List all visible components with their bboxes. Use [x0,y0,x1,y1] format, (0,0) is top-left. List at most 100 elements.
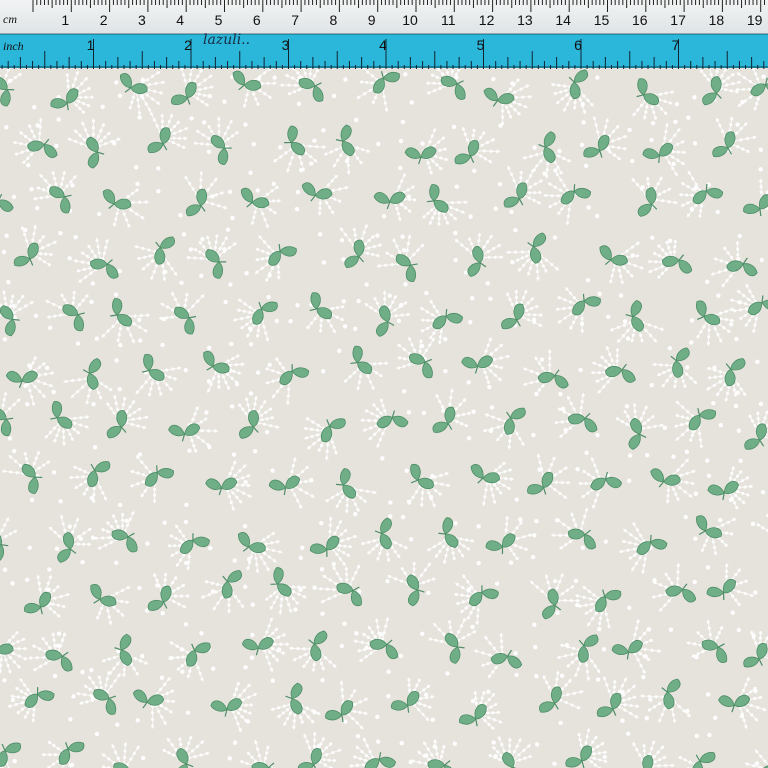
flower-bell [647,323,651,327]
white-dot [558,391,563,397]
white-dot [603,539,608,544]
white-dot [381,213,387,219]
white-dot [454,184,459,189]
white-dot [518,517,523,522]
flower-bell [79,142,84,146]
white-dot [312,138,317,143]
white-dot [160,610,165,616]
white-dot [4,233,9,238]
white-dot [250,602,256,607]
white-dot [532,622,537,627]
white-dot [486,689,491,694]
white-dot [264,429,270,435]
white-dot [272,75,277,80]
white-dot [575,466,580,472]
white-dot [353,326,358,331]
white-dot [309,161,314,166]
white-dot [248,391,254,396]
white-dot [683,514,688,520]
white-dot [466,380,471,385]
white-dot [532,533,537,538]
flower-bell [68,137,72,141]
white-dot [4,125,9,130]
white-dot [96,211,102,217]
white-dot [491,740,496,745]
white-dot [488,296,493,302]
white-dot [11,448,17,454]
white-dot [627,605,632,611]
white-dot [94,336,100,341]
white-dot [343,77,348,82]
white-dot [760,490,766,495]
white-dot [686,115,691,120]
white-dot [232,558,237,563]
white-dot [342,324,348,329]
white-dot [452,741,457,746]
white-dot [685,365,690,370]
white-dot [342,621,347,626]
white-dot [755,359,760,365]
white-dot [385,578,390,584]
white-dot [156,189,161,194]
white-dot [178,213,183,218]
white-dot [471,409,476,414]
white-dot [114,80,119,85]
flower-bell [267,624,271,628]
flower-bell [91,119,96,123]
white-dot [736,627,742,633]
white-dot [674,102,680,107]
white-dot [420,141,425,146]
white-dot [754,761,760,766]
white-dot [271,181,276,187]
white-dot [487,384,492,390]
flower-bell [103,135,107,139]
white-dot [758,147,764,152]
flower-bell [269,618,273,622]
white-dot [183,367,188,373]
white-dot [711,401,716,406]
white-dot [92,445,98,450]
white-dot [242,584,248,590]
white-dot [673,119,678,125]
white-dot [579,142,585,148]
white-dot [398,165,403,171]
white-dot [553,168,558,173]
white-dot [341,299,346,304]
flower-bell [91,132,95,137]
flower-bell [74,129,78,134]
white-dot [7,436,13,441]
white-dot [513,651,518,656]
white-dot [117,502,123,508]
white-dot [618,293,624,298]
flower-bell [83,128,88,132]
white-dot [200,237,205,242]
white-dot [35,205,40,211]
white-dot [321,260,327,265]
white-dot [758,401,764,407]
white-dot [705,565,711,570]
white-dot [293,607,298,612]
white-dot [184,502,189,507]
white-dot [204,410,209,415]
white-dot [491,76,496,82]
white-dot [300,545,305,550]
white-dot [552,578,558,584]
white-dot [715,209,720,215]
white-dot [684,449,690,454]
white-dot [761,74,766,79]
white-dot [364,282,369,287]
white-dot [408,537,414,542]
white-dot [595,213,600,219]
white-dot [693,491,699,496]
white-dot [508,560,514,565]
flower-bell [110,139,114,144]
white-dot [753,590,758,595]
white-dot [252,449,258,454]
white-dot [339,237,345,243]
white-dot [559,673,565,678]
white-dot [71,694,76,699]
white-dot [229,341,234,347]
white-dot [735,122,740,127]
white-dot [140,755,146,761]
white-dot [288,318,293,324]
